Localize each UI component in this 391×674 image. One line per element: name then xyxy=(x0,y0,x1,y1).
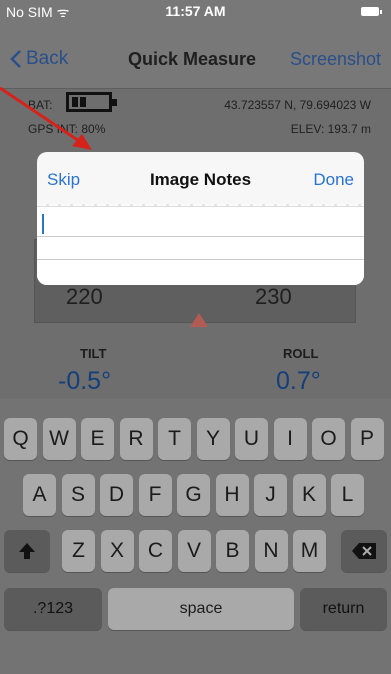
tilt-value: -0.5° xyxy=(58,367,112,395)
shift-icon xyxy=(19,543,35,559)
numbers-key[interactable]: .?123 xyxy=(4,588,102,630)
key-n[interactable]: N xyxy=(254,530,288,572)
line-divider xyxy=(37,259,364,260)
key-h[interactable]: H xyxy=(215,474,249,516)
key-l[interactable]: L xyxy=(331,474,364,516)
heading-left-number: 220 xyxy=(66,284,103,309)
key-v[interactable]: V xyxy=(177,530,211,572)
key-y[interactable]: Y xyxy=(196,418,230,460)
key-x[interactable]: X xyxy=(100,530,134,572)
clock: 11:57 AM xyxy=(165,3,226,19)
key-d[interactable]: D xyxy=(100,474,133,516)
screenshot-button[interactable]: Screenshot xyxy=(290,49,381,70)
key-j[interactable]: J xyxy=(254,474,287,516)
key-u[interactable]: U xyxy=(235,418,268,460)
tilt-label: TILT xyxy=(80,346,107,361)
delete-key[interactable] xyxy=(341,530,387,572)
key-w[interactable]: W xyxy=(42,418,76,460)
backspace-icon xyxy=(352,543,376,559)
line-divider xyxy=(37,236,364,237)
key-k[interactable]: K xyxy=(292,474,326,516)
return-key[interactable]: return xyxy=(300,588,387,630)
annotation-arrow-icon xyxy=(0,86,92,150)
battery-icon xyxy=(361,7,382,16)
key-p[interactable]: P xyxy=(350,418,384,460)
key-g[interactable]: G xyxy=(177,474,210,516)
heading-pointer-icon xyxy=(190,313,208,327)
key-b[interactable]: B xyxy=(216,530,249,572)
key-z[interactable]: Z xyxy=(62,530,95,572)
shift-key[interactable] xyxy=(4,530,50,572)
roll-value: 0.7° xyxy=(276,367,321,395)
image-notes-dialog: Skip Image Notes Done xyxy=(37,152,364,285)
key-o[interactable]: O xyxy=(312,418,345,460)
key-f[interactable]: F xyxy=(138,474,172,516)
key-q[interactable]: Q xyxy=(4,418,37,460)
heading-right-number: 230 xyxy=(255,284,292,309)
keyboard: Q W E R T Y U I O P A S D F G H J K L Z X C V B N M .?123 space retu… xyxy=(0,399,391,674)
key-i[interactable]: I xyxy=(273,418,307,460)
page-title: Quick Measure xyxy=(128,49,257,69)
coordinates: 43.723557 N, 79.694023 W xyxy=(224,98,371,112)
chevron-left-icon xyxy=(10,50,21,68)
text-cursor xyxy=(42,214,44,234)
key-c[interactable]: C xyxy=(139,530,172,572)
roll-label: ROLL xyxy=(283,346,319,361)
elevation: ELEV: 193.7 m xyxy=(290,122,371,136)
space-key[interactable]: space xyxy=(108,588,294,630)
notes-textarea[interactable] xyxy=(37,206,364,285)
key-s[interactable]: S xyxy=(61,474,95,516)
key-a[interactable]: A xyxy=(23,474,56,516)
key-t[interactable]: T xyxy=(158,418,191,460)
back-button[interactable]: Back xyxy=(10,48,68,70)
key-e[interactable]: E xyxy=(81,418,114,460)
back-label: Back xyxy=(26,48,69,69)
key-m[interactable]: M xyxy=(293,530,326,572)
key-r[interactable]: R xyxy=(119,418,153,460)
status-bar: No SIM ᯤ 11:57 AM xyxy=(0,0,391,24)
done-button[interactable]: Done xyxy=(313,170,354,190)
